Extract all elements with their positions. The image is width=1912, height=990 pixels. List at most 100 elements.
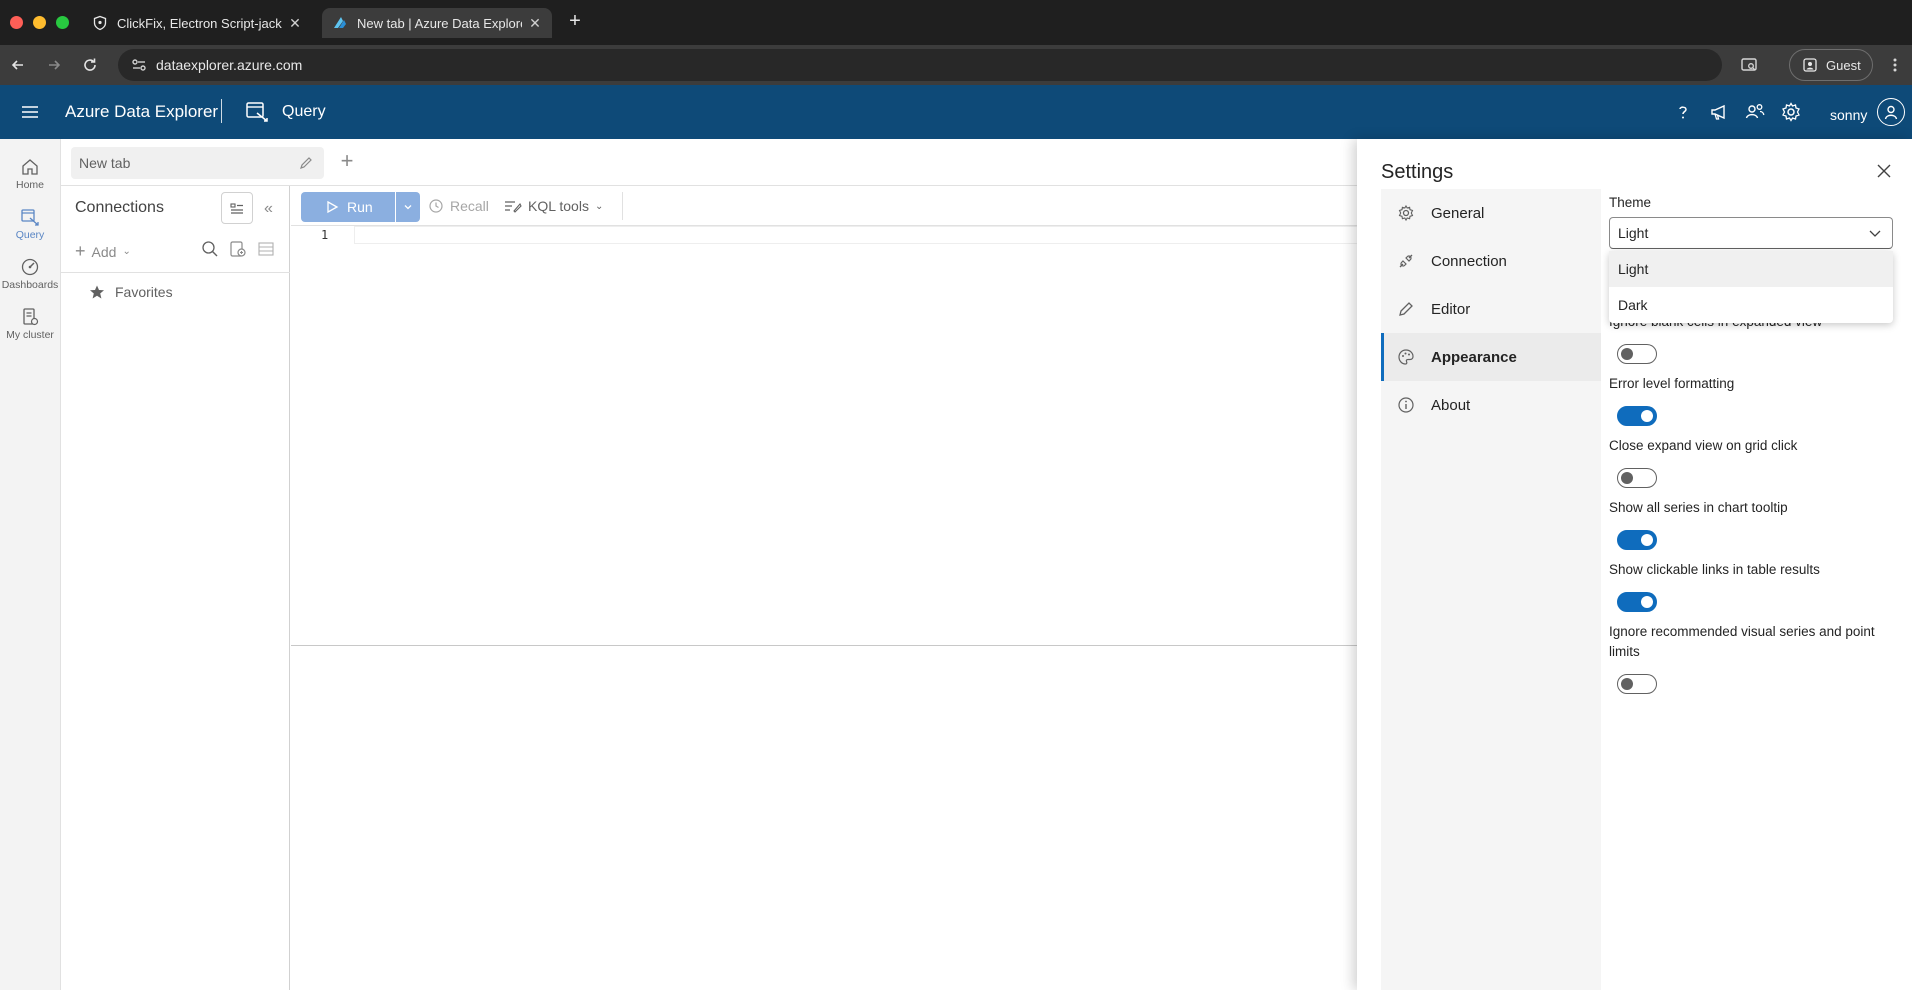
theme-option-light[interactable]: Light bbox=[1609, 251, 1893, 287]
recall-button[interactable]: Recall bbox=[428, 198, 489, 214]
window-close-button[interactable] bbox=[10, 16, 23, 29]
shield-icon bbox=[92, 15, 108, 31]
run-label: Run bbox=[347, 199, 373, 215]
theme-dropdown[interactable]: Light bbox=[1609, 217, 1893, 249]
back-arrow-icon[interactable] bbox=[6, 53, 30, 77]
error-level-formatting-toggle[interactable] bbox=[1617, 406, 1657, 426]
query-editor[interactable]: 1 bbox=[291, 225, 1361, 646]
chevron-down-icon bbox=[1868, 226, 1882, 240]
settings-nav-connection[interactable]: Connection bbox=[1381, 237, 1601, 285]
settings-panel: Settings General Connection Editor Appea… bbox=[1357, 139, 1912, 990]
connections-panel: Connections « + Add ⌄ Favorites bbox=[61, 186, 290, 990]
rename-pencil-icon[interactable] bbox=[298, 155, 314, 171]
run-options-dropdown[interactable] bbox=[396, 192, 420, 222]
left-nav-rail: Home Query Dashboards My cluster bbox=[0, 139, 61, 990]
info-icon bbox=[1398, 397, 1414, 413]
close-icon[interactable] bbox=[1875, 162, 1893, 180]
plug-icon bbox=[1399, 254, 1413, 268]
tab-search-icon[interactable] bbox=[1737, 53, 1761, 77]
browser-tab-azure-data-explorer[interactable]: New tab | Azure Data Explorer ✕ bbox=[322, 8, 552, 38]
option-label: Error level formatting bbox=[1609, 376, 1735, 391]
settings-gear-icon[interactable] bbox=[1780, 101, 1802, 123]
help-icon[interactable] bbox=[1672, 101, 1694, 123]
reload-icon[interactable] bbox=[78, 53, 102, 77]
favorites-label: Favorites bbox=[115, 284, 173, 300]
rail-item-home[interactable]: Home bbox=[0, 151, 60, 197]
settings-nav-about[interactable]: About bbox=[1381, 381, 1601, 429]
app-header: Azure Data Explorer Query sonny bbox=[0, 85, 1912, 139]
current-line-highlight bbox=[354, 226, 1361, 244]
rail-item-query[interactable]: Query bbox=[0, 201, 60, 247]
kql-tools-button[interactable]: KQL tools ⌄ bbox=[504, 198, 603, 214]
star-icon bbox=[90, 285, 104, 299]
close-icon[interactable]: ✕ bbox=[288, 15, 302, 32]
section-title: Query bbox=[282, 103, 326, 120]
feedback-megaphone-icon[interactable] bbox=[1708, 101, 1730, 123]
user-name[interactable]: sonny bbox=[1830, 107, 1867, 123]
more-menu-icon[interactable] bbox=[1883, 53, 1907, 77]
add-connection-button[interactable]: + Add ⌄ bbox=[75, 241, 131, 262]
browser-tab-title: ClickFix, Electron Script-jacki bbox=[117, 15, 282, 31]
ignore-blank-cells-toggle[interactable] bbox=[1617, 344, 1657, 364]
profile-button[interactable]: Guest bbox=[1789, 49, 1873, 81]
add-query-tab-button[interactable]: + bbox=[336, 150, 358, 173]
rail-item-label: My cluster bbox=[6, 329, 54, 341]
show-clickable-links-toggle[interactable] bbox=[1617, 592, 1657, 612]
query-tab-title: New tab bbox=[79, 155, 131, 171]
window-minimize-button[interactable] bbox=[33, 16, 46, 29]
rail-item-dashboards[interactable]: Dashboards bbox=[0, 251, 60, 297]
option-label: Show clickable links in table results bbox=[1609, 562, 1820, 577]
settings-nav-appearance[interactable]: Appearance bbox=[1381, 333, 1601, 381]
favorites-tree-item[interactable]: Favorites bbox=[89, 284, 173, 300]
theme-option-dark[interactable]: Dark bbox=[1609, 287, 1893, 323]
settings-nav-label: General bbox=[1431, 204, 1485, 222]
theme-dropdown-listbox: Light Dark bbox=[1609, 251, 1893, 323]
header-divider bbox=[221, 99, 222, 123]
connections-view-button[interactable] bbox=[221, 192, 253, 224]
ignore-recommended-limits-toggle[interactable] bbox=[1617, 674, 1657, 694]
connections-title: Connections bbox=[75, 199, 164, 216]
my-cluster-icon bbox=[23, 308, 39, 326]
site-settings-icon[interactable] bbox=[130, 56, 148, 74]
gear-icon bbox=[1398, 204, 1414, 222]
recall-label: Recall bbox=[450, 198, 489, 214]
browser-tab-strip: ClickFix, Electron Script-jacki ✕ New ta… bbox=[0, 0, 1912, 45]
chevron-down-icon bbox=[404, 205, 412, 210]
line-number: 1 bbox=[321, 228, 329, 242]
profile-icon bbox=[1803, 58, 1817, 72]
close-icon[interactable]: ✕ bbox=[528, 15, 542, 32]
add-database-icon[interactable] bbox=[228, 239, 248, 259]
run-button[interactable]: Run bbox=[301, 192, 395, 222]
palette-icon bbox=[1398, 349, 1414, 365]
share-people-icon[interactable] bbox=[1744, 101, 1766, 123]
user-avatar-icon bbox=[1884, 105, 1898, 120]
table-view-icon[interactable] bbox=[256, 239, 276, 259]
browser-toolbar: dataexplorer.azure.com Guest bbox=[0, 45, 1912, 85]
rail-item-my-cluster[interactable]: My cluster bbox=[0, 301, 60, 347]
show-all-series-toggle[interactable] bbox=[1617, 530, 1657, 550]
avatar[interactable] bbox=[1877, 98, 1905, 126]
window-maximize-button[interactable] bbox=[56, 16, 69, 29]
dashboards-icon bbox=[21, 258, 39, 276]
browser-tab-clickfix[interactable]: ClickFix, Electron Script-jacki ✕ bbox=[82, 8, 312, 38]
search-icon[interactable] bbox=[200, 239, 220, 259]
collapse-panel-icon[interactable]: « bbox=[264, 200, 273, 218]
new-browser-tab-button[interactable]: + bbox=[563, 10, 587, 34]
settings-nav-general[interactable]: General bbox=[1381, 189, 1601, 237]
app-title[interactable]: Azure Data Explorer bbox=[65, 102, 218, 122]
settings-nav-label: Connection bbox=[1431, 252, 1507, 270]
settings-nav-editor[interactable]: Editor bbox=[1381, 285, 1601, 333]
close-expand-view-toggle[interactable] bbox=[1617, 468, 1657, 488]
address-bar[interactable]: dataexplorer.azure.com bbox=[118, 49, 1722, 81]
rail-item-label: Dashboards bbox=[1, 279, 59, 291]
forward-arrow-icon[interactable] bbox=[42, 53, 66, 77]
play-icon bbox=[327, 200, 339, 214]
azure-data-explorer-icon bbox=[332, 15, 348, 31]
chevron-down-icon: ⌄ bbox=[594, 200, 604, 212]
kql-tools-label: KQL tools bbox=[528, 198, 589, 214]
rail-item-label: Query bbox=[15, 229, 45, 241]
settings-nav-label: Appearance bbox=[1431, 348, 1517, 366]
hamburger-menu-icon[interactable] bbox=[20, 102, 40, 122]
query-tab-bar: New tab + bbox=[61, 143, 1361, 185]
query-tab[interactable]: New tab bbox=[71, 147, 324, 179]
